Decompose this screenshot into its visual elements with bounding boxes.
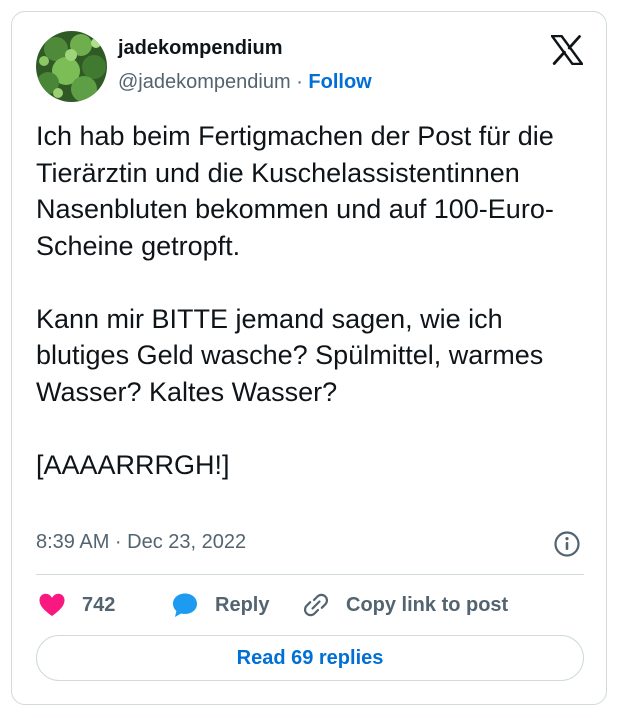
author-handle[interactable]: @jadekompendium <box>118 71 291 93</box>
tweet-text: Ich hab beim Fertigmachen der Post für d… <box>36 118 584 483</box>
avatar-plant-image <box>36 31 107 102</box>
author-handle-line: @jadekompendium · Follow <box>118 71 372 94</box>
link-icon <box>303 593 329 617</box>
copy-link-label: Copy link to post <box>346 593 509 616</box>
read-replies-button[interactable]: Read 69 replies <box>36 635 584 681</box>
reply-bubble-icon <box>173 593 197 617</box>
read-replies-label: Read 69 replies <box>236 646 384 669</box>
follow-button[interactable]: Follow <box>308 71 371 93</box>
like-button[interactable]: 742 <box>38 590 115 620</box>
info-icon[interactable] <box>553 530 581 558</box>
separator: · <box>296 71 303 93</box>
tweet-timestamp[interactable]: 8:39 AM · Dec 23, 2022 <box>36 531 246 554</box>
like-count: 742 <box>82 593 116 616</box>
reply-label: Reply <box>215 593 270 616</box>
heart-icon <box>39 593 65 616</box>
action-bar: 742 Reply Copy link to post <box>36 590 584 620</box>
author-display-name[interactable]: jadekompendium <box>118 37 282 60</box>
tweet-paragraph: Kann mir BITTE jemand sagen, wie ich blu… <box>36 303 544 407</box>
avatar[interactable] <box>36 31 107 102</box>
divider <box>36 574 584 575</box>
tweet-paragraph: Ich hab beim Fertigmachen der Post für d… <box>36 121 554 261</box>
tweet-paragraph: [AAAARRRGH!] <box>36 449 230 480</box>
x-logo-icon[interactable] <box>550 34 584 66</box>
tweet-card: jadekompendium @jadekompendium · Follow … <box>11 11 607 705</box>
copy-link-button[interactable]: Copy link to post <box>302 590 508 620</box>
reply-button[interactable]: Reply <box>171 590 269 620</box>
